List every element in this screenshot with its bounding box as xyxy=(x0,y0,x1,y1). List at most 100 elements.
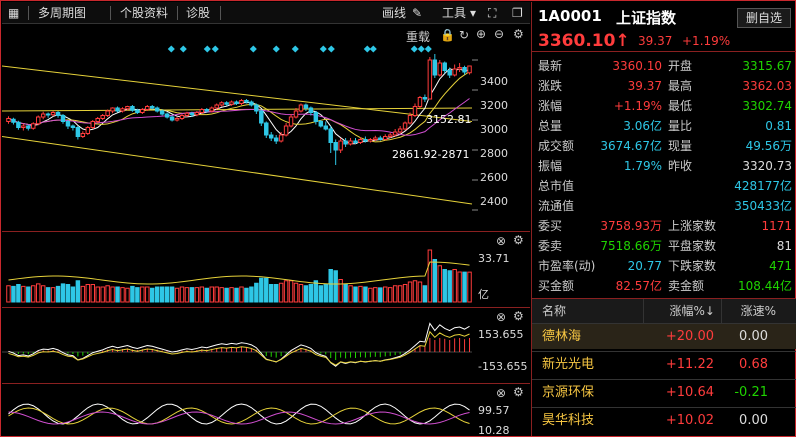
volume-bar xyxy=(373,287,378,303)
pct-cell: +10.02 xyxy=(665,413,714,428)
macd-bottom-label: -153.655 xyxy=(478,360,528,373)
event-marker xyxy=(167,45,175,53)
candle-body xyxy=(239,100,244,104)
candle-body xyxy=(115,107,120,112)
candle-body xyxy=(145,106,150,110)
quote-label: 委卖 xyxy=(538,239,563,253)
zoom-out-icon[interactable]: ⊖ xyxy=(494,27,504,41)
candle-body xyxy=(75,127,81,137)
quote-value: 7518.66万 xyxy=(600,239,662,253)
quote-row: 成交额 3674.67亿 现量 49.56万 xyxy=(532,136,796,156)
reweight-button[interactable]: 重载 xyxy=(406,28,430,45)
candle-body xyxy=(273,137,279,142)
candle-body xyxy=(447,70,452,76)
candle-body xyxy=(244,100,249,103)
volume-bar xyxy=(383,286,388,303)
diagnose-button[interactable]: 诊股 xyxy=(186,4,210,22)
multi-period-button[interactable]: 多周期图 xyxy=(38,4,86,22)
close-panel-icon[interactable]: ⊗ xyxy=(496,234,506,248)
macd-top-label: 153.655 xyxy=(478,328,524,341)
volume-bar xyxy=(110,286,115,303)
tools-button[interactable]: 工具 xyxy=(442,4,466,22)
price-change-pct: +1.19% xyxy=(682,34,731,48)
candle-body xyxy=(328,128,333,143)
table-row[interactable]: 德林海 +20.00 0.00 xyxy=(532,323,796,349)
dropdown-icon[interactable]: ▾ xyxy=(470,4,476,22)
volume-bar xyxy=(16,284,21,303)
table-row[interactable]: 京源环保 +10.64 -0.21 xyxy=(532,379,796,405)
quote-label: 开盘 xyxy=(668,59,693,73)
volume-bar xyxy=(244,287,249,303)
volume-bar xyxy=(387,287,393,303)
zoom-in-icon[interactable]: ⊕ xyxy=(476,27,486,41)
volume-bar xyxy=(427,249,433,303)
candle-body xyxy=(6,118,11,122)
candle-body xyxy=(16,121,21,128)
candle-body xyxy=(249,101,254,106)
table-row[interactable]: 昊华科技 +10.02 0.00 xyxy=(532,407,796,433)
event-marker xyxy=(327,45,335,53)
kline-panel: 重载 🔒 ↻ ⊕ ⊖ ⚙ 3400 3200 3000 2800 2600 24… xyxy=(1,25,530,231)
candle-body xyxy=(338,140,343,151)
quote-label: 涨幅 xyxy=(538,99,563,113)
candle-body xyxy=(278,134,284,142)
candle-body xyxy=(55,112,61,116)
candle-body xyxy=(462,67,467,73)
quote-label: 市盈率(动) xyxy=(538,259,596,273)
volume-bar xyxy=(298,284,304,303)
close-panel-icon[interactable]: ⊗ xyxy=(496,386,506,400)
volume-bar xyxy=(378,287,383,303)
candle-body xyxy=(90,121,95,128)
volume-bar xyxy=(159,286,165,303)
table-row[interactable]: 新光光电 +11.22 0.68 xyxy=(532,351,796,377)
close-panel-icon[interactable]: ⊗ xyxy=(496,310,506,324)
volume-bar xyxy=(224,287,229,303)
volume-bar xyxy=(437,265,443,303)
volume-bar xyxy=(145,286,150,303)
volume-bar xyxy=(452,269,457,303)
speed-cell: 0.00 xyxy=(739,329,768,344)
grid-menu-icon[interactable]: ▦ xyxy=(8,4,19,22)
quote-row: 委买 3758.93万 上涨家数 1171 xyxy=(532,216,796,236)
pencil-icon[interactable]: ✎ xyxy=(412,4,422,22)
col-header-speed[interactable]: 涨速% xyxy=(722,299,796,323)
stock-name-cell: 京源环保 xyxy=(542,385,595,400)
app-window: ▦ 多周期图 个股资料 诊股 画线 ✎ 工具 ▾ ⛶ ❐ 重载 🔒 ↻ ⊕ ⊖ … xyxy=(0,0,796,437)
settings-icon[interactable]: ⚙ xyxy=(513,27,524,41)
volume-bar xyxy=(462,271,467,303)
macd-chart xyxy=(2,322,472,367)
panel-settings-icon[interactable]: ⚙ xyxy=(513,233,524,247)
kdj-chart xyxy=(8,403,470,425)
candle-body xyxy=(407,115,413,124)
candle-body xyxy=(11,118,16,123)
candle-body xyxy=(229,101,234,105)
col-header-pct[interactable]: 涨幅%↓ xyxy=(644,299,722,323)
panel-settings-icon[interactable]: ⚙ xyxy=(513,385,524,399)
y-tick-3000: 3000 xyxy=(480,123,508,136)
candle-body xyxy=(130,106,135,111)
candle-body xyxy=(120,108,125,112)
candle-body xyxy=(209,107,214,112)
candle-body xyxy=(105,110,110,116)
volume-bar xyxy=(268,284,274,303)
volume-bar xyxy=(358,285,363,303)
restore-window-icon[interactable]: ❐ xyxy=(512,4,523,22)
candle-body xyxy=(412,106,418,116)
panel-settings-icon[interactable]: ⚙ xyxy=(513,309,524,323)
col-header-name[interactable]: 名称 xyxy=(532,299,644,323)
quote-row: 委卖 7518.66万 平盘家数 81 xyxy=(532,236,796,256)
volume-bar xyxy=(278,282,284,303)
volume-bar xyxy=(338,279,343,303)
candle-body xyxy=(293,110,299,118)
candle-body xyxy=(378,137,383,140)
candle-body xyxy=(125,106,130,110)
remove-watchlist-button[interactable]: 删自选 xyxy=(737,8,791,28)
lock-icon[interactable]: 🔒 xyxy=(440,28,455,42)
refresh-icon[interactable]: ↻ xyxy=(459,28,469,42)
candle-body xyxy=(437,62,443,76)
macd-panel: ⊗ ⚙ 153.655 -153.655 xyxy=(2,307,530,383)
draw-line-button[interactable]: 画线 xyxy=(382,4,406,22)
quote-label: 昨收 xyxy=(668,159,693,173)
fullscreen-icon[interactable]: ⛶ xyxy=(488,4,496,22)
stock-info-button[interactable]: 个股资料 xyxy=(120,4,168,22)
